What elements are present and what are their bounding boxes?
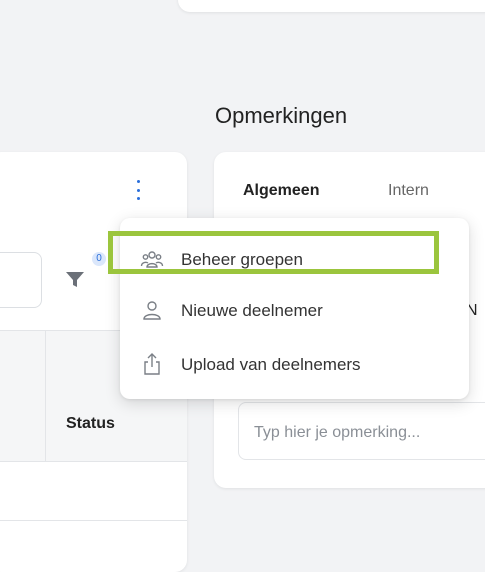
- upload-icon: [144, 353, 160, 375]
- status-column-header[interactable]: Status: [66, 415, 115, 433]
- user-icon: [143, 301, 161, 320]
- remarks-title: Opmerkingen: [215, 103, 348, 128]
- users-group-icon: [140, 251, 164, 268]
- remark-input-placeholder: Typ hier je opmerking...: [254, 424, 421, 441]
- search-input[interactable]: [0, 252, 42, 308]
- tab-intern[interactable]: Intern: [388, 182, 429, 200]
- table-row[interactable]: [0, 462, 187, 521]
- menu-item-label: Beheer groepen: [181, 250, 303, 269]
- menu-item-beheer-groepen[interactable]: Beheer groepen: [120, 236, 469, 282]
- menu-item-nieuwe-deelnemer[interactable]: Nieuwe deelnemer: [120, 287, 469, 333]
- top-card: [178, 0, 485, 12]
- filter-icon[interactable]: [64, 268, 86, 290]
- menu-item-label: Upload van deelnemers: [181, 355, 361, 374]
- tab-algemeen[interactable]: Algemeen: [243, 182, 319, 200]
- menu-item-label: Nieuwe deelnemer: [181, 301, 323, 320]
- filter-count-badge: 0: [92, 252, 106, 266]
- menu-item-upload-deelnemers[interactable]: Upload van deelnemers: [120, 341, 469, 387]
- more-options-icon[interactable]: [134, 180, 142, 200]
